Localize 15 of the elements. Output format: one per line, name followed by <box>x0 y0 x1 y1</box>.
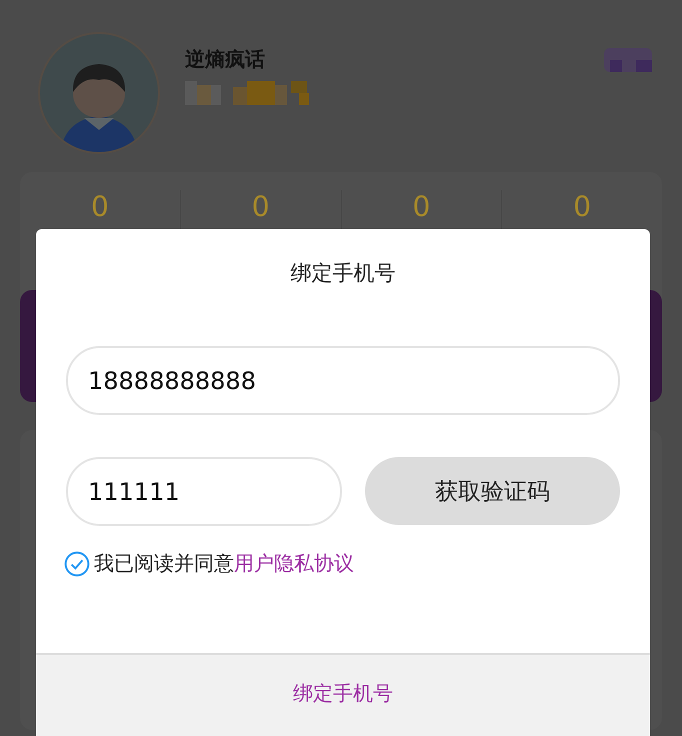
avatar-icon <box>38 32 160 154</box>
stat-value: 0 <box>573 190 592 223</box>
confirm-button[interactable]: 绑定手机号 <box>36 653 650 736</box>
stat-value: 0 <box>412 190 430 223</box>
phone-field[interactable]: 18888888888 <box>66 346 620 415</box>
privacy-link[interactable]: 用户隐私协议 <box>234 550 354 577</box>
dialog-title: 绑定手机号 <box>290 260 396 287</box>
stat-value: 0 <box>90 190 109 223</box>
profile-name: 逆熵疯话 <box>185 46 266 73</box>
code-field[interactable]: 111111 <box>66 457 342 526</box>
agreement-text: 我已阅读并同意 <box>94 550 234 577</box>
pixelated-badge-drawing <box>604 48 652 72</box>
checkbox-icon[interactable] <box>64 550 90 576</box>
get-code-button[interactable]: 获取验证码 <box>365 457 620 525</box>
stat-value: 0 <box>252 190 270 223</box>
